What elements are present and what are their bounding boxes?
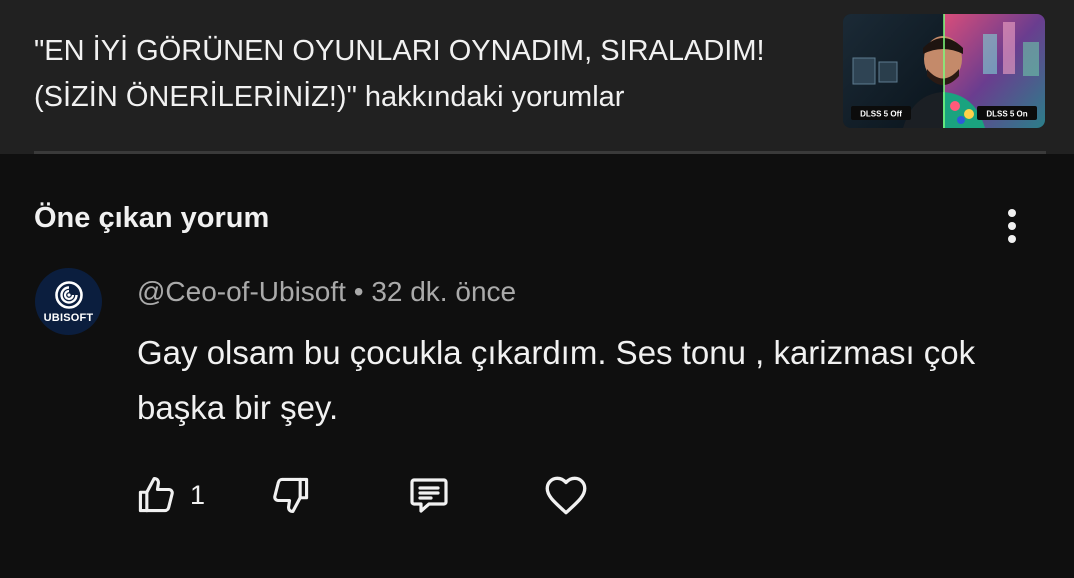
comment-time: 32 dk. önce <box>371 276 517 307</box>
avatar-brand: UBISOFT <box>43 311 94 324</box>
heart-button[interactable] <box>541 470 591 520</box>
thumbnail-label-off: DLSS 5 Off <box>860 110 902 119</box>
dislike-button[interactable] <box>269 473 313 517</box>
section-title: Öne çıkan yorum <box>34 202 270 234</box>
like-count: 1 <box>190 479 206 510</box>
thumbnail-label-on: DLSS 5 On <box>986 110 1027 119</box>
meta-separator: • <box>345 276 372 307</box>
video-header: "EN İYİ GÖRÜNEN OYUNLARI OYNADIM, SIRALA… <box>0 0 1074 154</box>
heart-icon <box>545 476 587 515</box>
comment-actions: 1 <box>134 470 591 520</box>
header-divider <box>34 151 1046 154</box>
comment-author[interactable]: @Ceo-of-Ubisoft <box>137 276 346 307</box>
video-thumbnail[interactable]: DLSS 5 Off DLSS 5 On <box>843 14 1045 128</box>
reply-button[interactable] <box>405 471 453 519</box>
thumbs-up-icon <box>138 476 174 513</box>
comment-text: Gay olsam bu çocukla çıkardım. Ses tonu … <box>137 334 976 426</box>
video-title: "EN İYİ GÖRÜNEN OYUNLARI OYNADIM, SIRALA… <box>34 35 765 113</box>
thumbs-down-icon <box>273 477 309 514</box>
reply-comment-icon <box>410 478 448 513</box>
avatar[interactable]: UBISOFT <box>35 268 102 335</box>
more-vert-icon[interactable] <box>996 204 1028 248</box>
like-button[interactable]: 1 <box>134 473 205 517</box>
comment-meta: @Ceo-of-Ubisoft • 32 dk. önce <box>137 274 516 310</box>
thumbnail-image: DLSS 5 Off DLSS 5 On <box>843 14 1045 128</box>
ubisoft-logo-icon <box>54 280 83 309</box>
